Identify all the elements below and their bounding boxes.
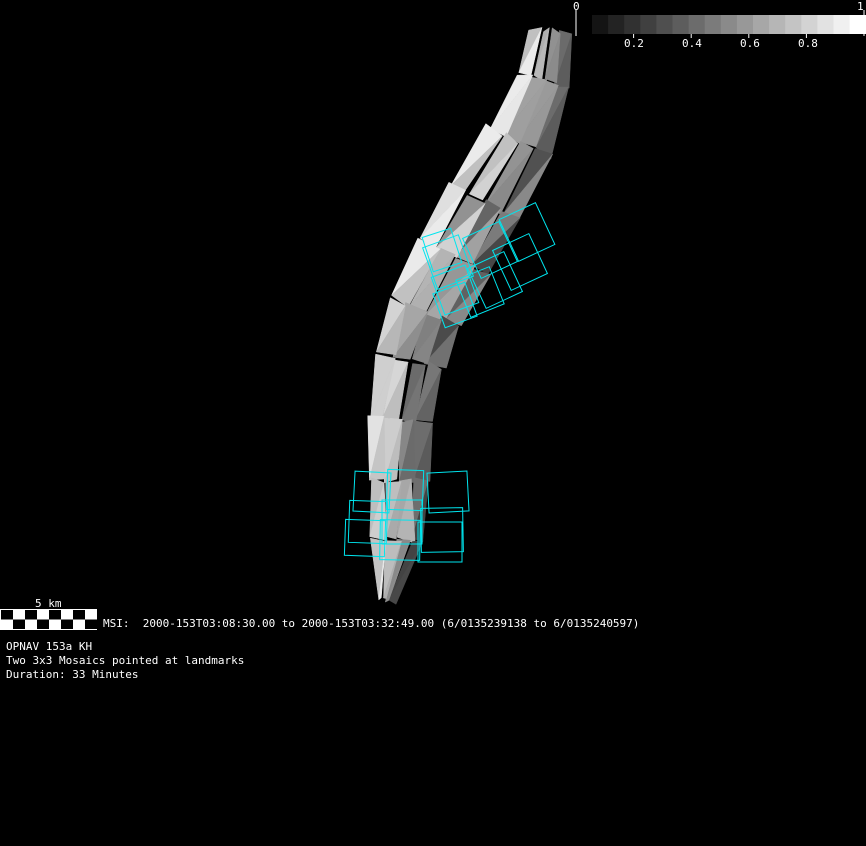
info-title: OPNAV 153a KH bbox=[6, 640, 93, 653]
info-duration: Duration: 33 Minutes bbox=[6, 668, 139, 681]
colorbar-segment bbox=[753, 15, 770, 34]
colorbar-tick-label: 0.6 bbox=[740, 37, 760, 50]
colorbar-min-label: 0 bbox=[573, 0, 580, 13]
scale-bar-cell bbox=[1, 610, 13, 620]
scale-bar-cell bbox=[61, 619, 73, 629]
scale-bar-cell bbox=[85, 619, 97, 629]
asteroid-view bbox=[0, 10, 866, 630]
colorbar-segment bbox=[624, 15, 641, 34]
colorbar-segment bbox=[849, 15, 866, 34]
colorbar-tick-label: 0.8 bbox=[798, 37, 818, 50]
colorbar-segment bbox=[769, 15, 786, 34]
colorbar-segment bbox=[608, 15, 625, 34]
colorbar-segment bbox=[817, 15, 834, 34]
scale-bar-cell bbox=[13, 619, 25, 629]
colorbar-max-label: 1 bbox=[857, 0, 864, 13]
colorbar-segment bbox=[592, 15, 609, 34]
colorbar-segment bbox=[801, 15, 818, 34]
scale-bar-cell bbox=[73, 610, 85, 620]
colorbar-segment bbox=[704, 15, 722, 34]
colorbar bbox=[575, 10, 866, 38]
scale-bar bbox=[0, 609, 97, 630]
mosaic-2-footprint bbox=[420, 507, 464, 553]
info-description: Two 3x3 Mosaics pointed at landmarks bbox=[6, 654, 245, 667]
scale-bar-cell bbox=[37, 619, 49, 629]
scale-bar-cell bbox=[49, 610, 61, 620]
mosaic-2-footprint bbox=[426, 470, 470, 514]
scale-bar-label: 5 km bbox=[35, 597, 62, 610]
colorbar-segment bbox=[833, 15, 851, 34]
colorbar-segment bbox=[736, 15, 754, 34]
colorbar-tick-label: 0.4 bbox=[682, 37, 702, 50]
colorbar-segment bbox=[656, 15, 673, 34]
msi-time-range: MSI: 2000-153T03:08:30.00 to 2000-153T03… bbox=[103, 617, 640, 630]
scale-bar-cell bbox=[25, 610, 37, 620]
colorbar-segment bbox=[785, 15, 802, 34]
colorbar-segment bbox=[672, 15, 690, 34]
colorbar-tick-label: 0.2 bbox=[624, 37, 644, 50]
colorbar-segment bbox=[640, 15, 657, 34]
mosaic-2-footprint bbox=[417, 521, 463, 563]
colorbar-segment bbox=[688, 15, 706, 34]
colorbar-segment bbox=[720, 15, 738, 34]
